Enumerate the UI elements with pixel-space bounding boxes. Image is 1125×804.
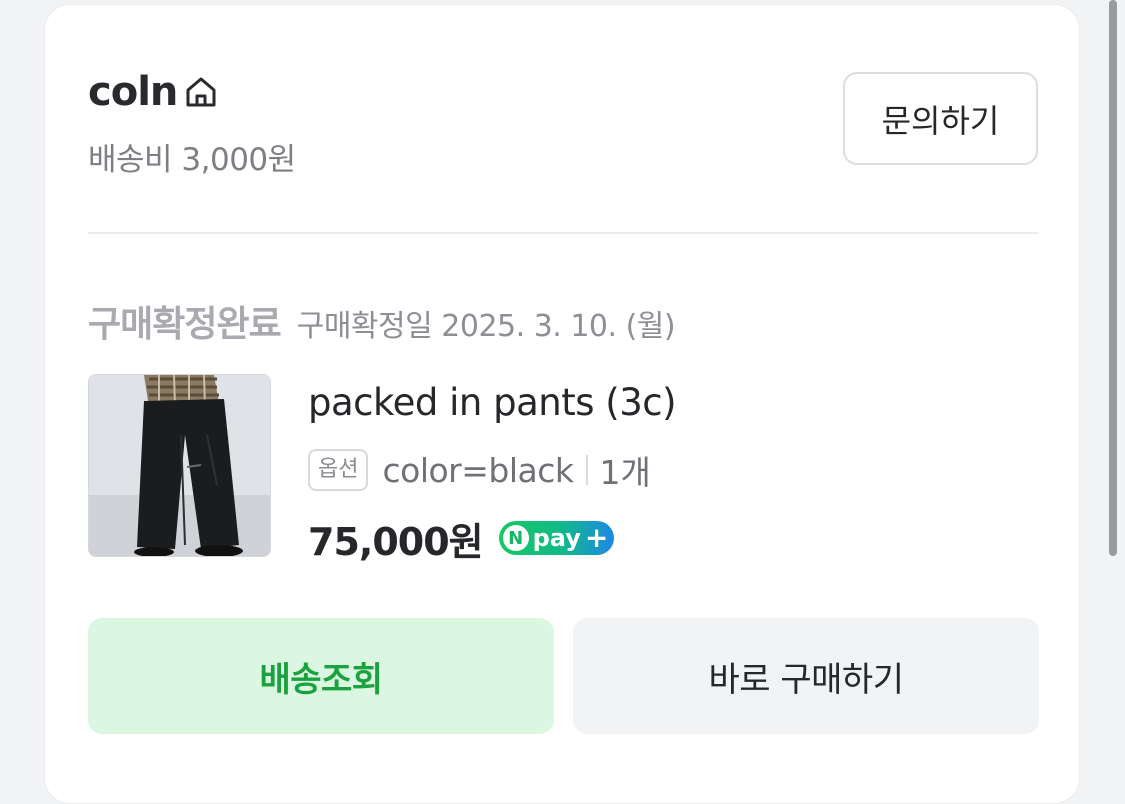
- shipping-fee: 배송비 3,000원: [88, 142, 296, 178]
- option-value: color=black: [382, 450, 574, 490]
- inquiry-button[interactable]: 문의하기: [843, 72, 1038, 165]
- order-card: coln 배송비 3,000원 문의하기 구매확정완료 구매확정일 2025. …: [44, 4, 1080, 804]
- track-delivery-button[interactable]: 배송조회: [88, 618, 554, 734]
- option-quantity: 1개: [599, 453, 651, 492]
- product-price: 75,000원: [308, 519, 484, 564]
- price-row: 75,000원 N pay +: [308, 513, 615, 564]
- order-status: 구매확정완료 구매확정일 2025. 3. 10. (월): [88, 295, 676, 347]
- npay-text: pay: [532, 524, 581, 552]
- home-icon[interactable]: [183, 74, 219, 110]
- scrollbar[interactable]: [1109, 0, 1117, 556]
- buy-again-button[interactable]: 바로 구매하기: [573, 618, 1039, 734]
- divider: [88, 232, 1039, 234]
- plus-icon: +: [584, 521, 609, 554]
- npay-n-icon: N: [502, 525, 529, 551]
- status-label: 구매확정완료: [88, 304, 282, 345]
- npay-plus-badge: N pay +: [498, 521, 615, 555]
- product-thumbnail[interactable]: [88, 374, 271, 557]
- product-option: 옵션 color=black 1개: [308, 445, 651, 495]
- product-name[interactable]: packed in pants (3c): [308, 381, 677, 424]
- option-badge: 옵션: [308, 449, 369, 491]
- store-name[interactable]: coln: [88, 69, 178, 115]
- option-separator: [585, 455, 588, 485]
- status-date: 구매확정일 2025. 3. 10. (월): [296, 309, 676, 344]
- store-header[interactable]: coln: [88, 69, 219, 115]
